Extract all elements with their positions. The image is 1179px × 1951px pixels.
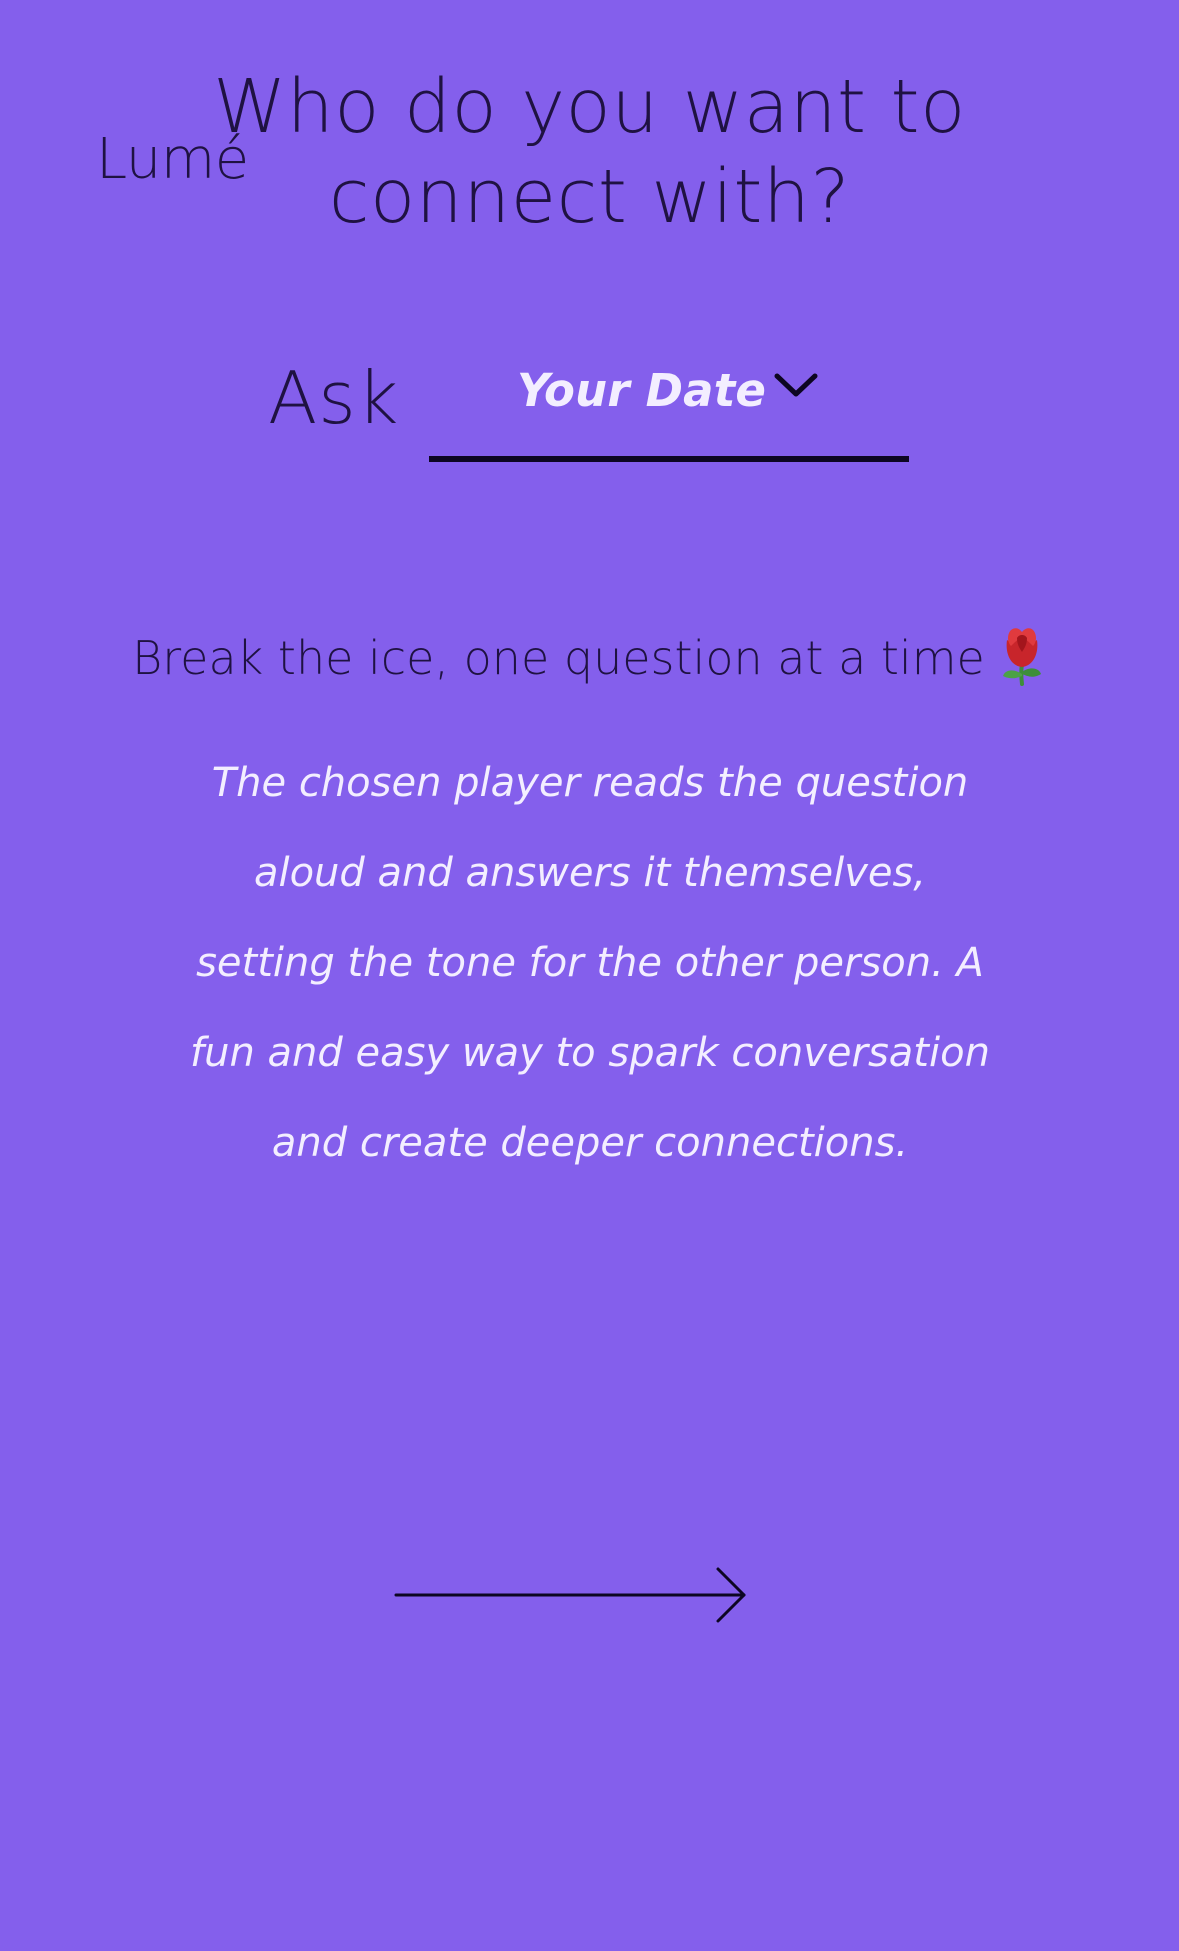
instructions-text: The chosen player reads the question alo… [190,760,990,1166]
chevron-down-icon [774,373,818,397]
tagline-text: Break the ice, one question at a time [132,631,985,685]
ask-label: Ask [268,356,400,440]
arrow-right-icon [394,1567,746,1623]
dropdown-underline [429,456,909,462]
tagline: Break the ice, one question at a time [0,624,1179,689]
recipient-dropdown-value: Your Date [517,364,767,417]
next-button[interactable] [392,1565,752,1625]
rose-icon [1002,628,1041,686]
recipient-dropdown[interactable]: Your Date [429,350,909,462]
app-logo: Lumé [96,127,249,192]
